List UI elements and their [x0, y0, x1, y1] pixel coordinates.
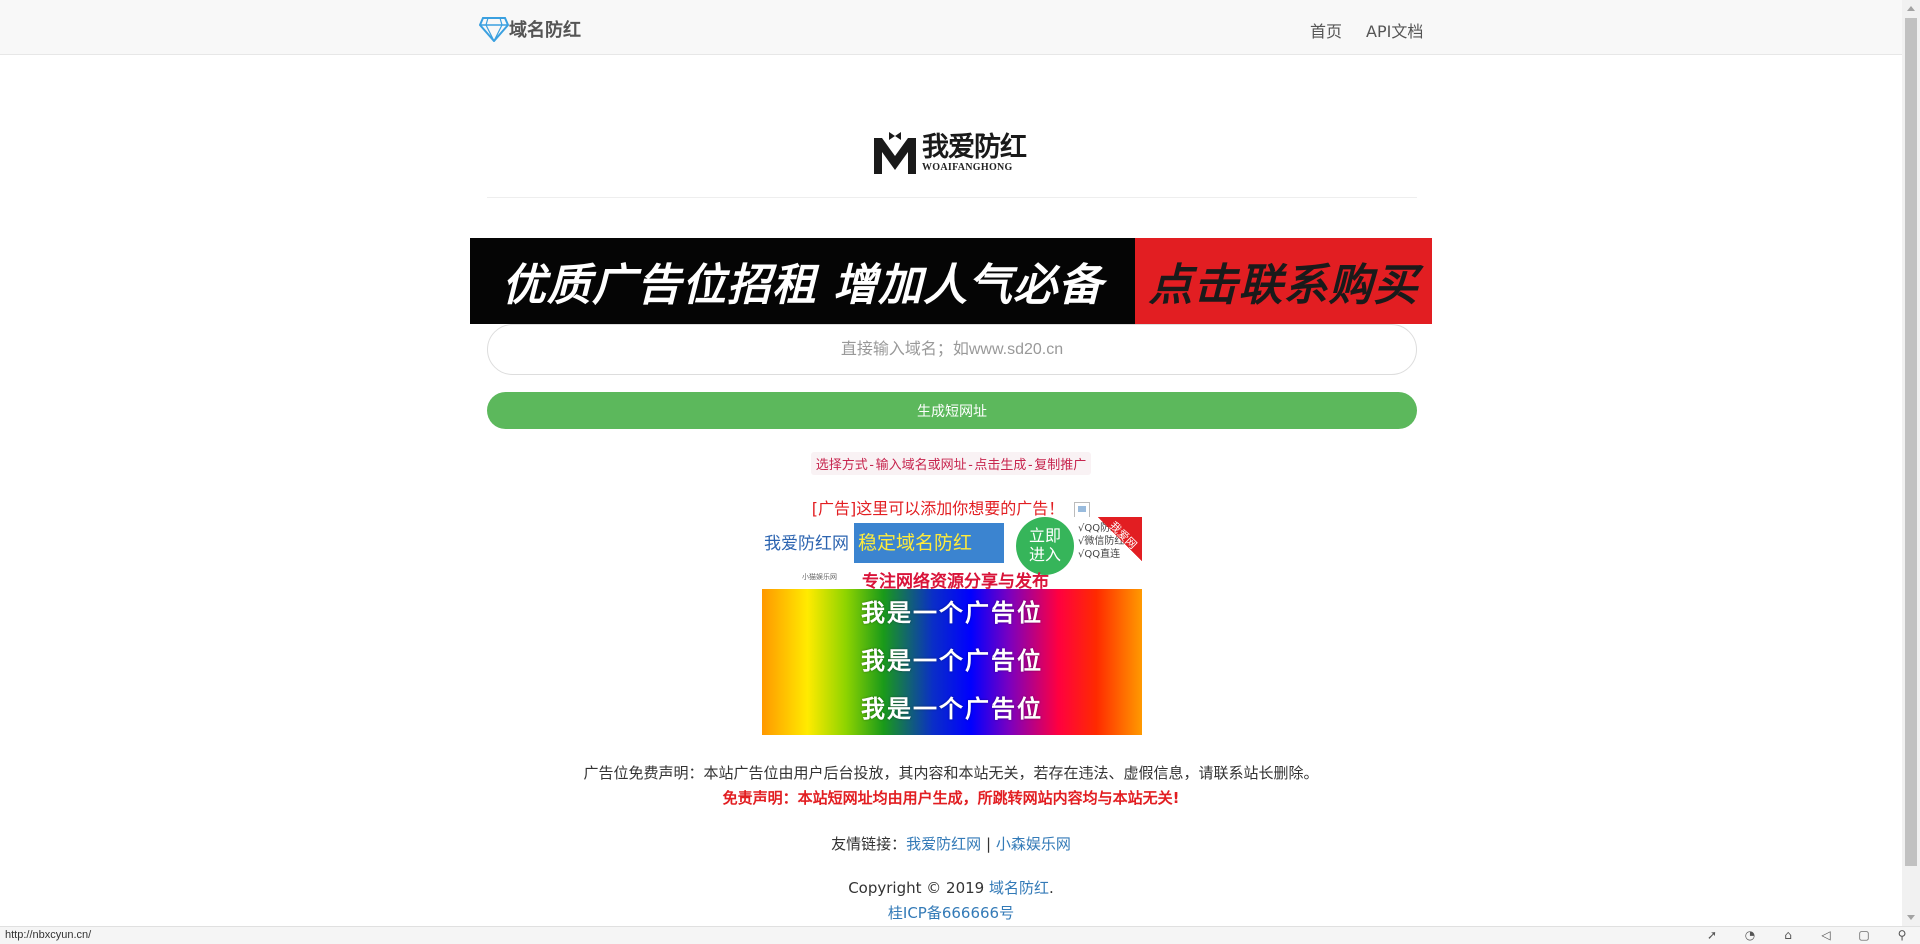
friend-links: 友情链接：我爱防红网 | 小森娱乐网: [0, 833, 1902, 854]
liability-disclaimer: 免责声明：本站短网址均由用户生成，所跳转网站内容均与本站无关!: [722, 789, 1180, 807]
ad-note: [广告]这里可以添加你想要的广告！: [0, 495, 1902, 519]
copyright: Copyright © 2019 域名防红.: [0, 877, 1902, 898]
logo-en-text: WOAIFANGHONG: [922, 161, 1013, 173]
trash-icon[interactable]: ⌂: [1780, 928, 1796, 942]
logo-m-icon: [874, 132, 916, 174]
scroll-up-arrow-icon[interactable]: [1902, 0, 1920, 17]
steps-hint-text: 选择方式-输入域名或网址-点击生成-复制推广: [810, 452, 1092, 475]
ad-disclaimer: 广告位免费声明：本站广告位由用户后台投放，其内容和本站无关，若存在违法、虚假信息…: [583, 764, 1319, 782]
brand-link[interactable]: 域名防红: [479, 15, 581, 43]
ad1-enter-line2: 进入: [1028, 545, 1061, 564]
copyright-link[interactable]: 域名防红: [989, 879, 1049, 897]
scroll-down-arrow-icon[interactable]: [1902, 909, 1920, 926]
ad-banner-right[interactable]: 点击联系购买: [1135, 238, 1432, 324]
diamond-icon: [479, 17, 509, 42]
icp-record: 桂ICP备666666号: [0, 902, 1902, 923]
status-url: http://nbxcyun.cn/: [5, 929, 92, 941]
ad1-enter-line1: 立即: [1028, 526, 1061, 545]
friend-link-woaifanghong[interactable]: 我爱防红网: [906, 835, 981, 853]
ad-rainbow[interactable]: 我是一个广告位 我是一个广告位 我是一个广告位: [762, 589, 1142, 735]
ad1-sub-small: 小猫娱乐网: [802, 573, 837, 581]
ad-note-text[interactable]: [广告]这里可以添加你想要的广告！: [812, 499, 1065, 518]
ad2-line: 我是一个广告位: [861, 647, 1043, 675]
ad-banner-right-text: 点击联系购买: [1148, 260, 1419, 311]
divider: [487, 197, 1417, 198]
ad1-headline: 稳定域名防红: [854, 523, 1004, 563]
nav-home-link[interactable]: 首页: [1310, 18, 1342, 42]
ad1-sub-banner: 小猫娱乐网 专注网络资源分享与发布: [762, 567, 1142, 592]
copyright-end: .: [1049, 879, 1054, 897]
domain-input[interactable]: [487, 324, 1417, 375]
search-icon[interactable]: ⚲: [1894, 928, 1910, 942]
ad-woaifanghong[interactable]: 我爱防红网 稳定域名防红 立即 进入 √QQ防红 √微信防红 √QQ直连 我爱网…: [762, 517, 1142, 592]
volume-icon[interactable]: ◁: [1818, 928, 1834, 942]
ad1-brand: 我爱防红网: [764, 534, 849, 554]
generate-short-url-button[interactable]: 生成短网址: [487, 392, 1417, 429]
ad2-line: 我是一个广告位: [861, 695, 1043, 723]
vertical-scrollbar[interactable]: [1902, 0, 1920, 926]
speed-icon[interactable]: ◔: [1742, 928, 1758, 942]
nav-links: 首页 API文档: [1310, 18, 1423, 42]
scroll-thumb[interactable]: [1905, 18, 1917, 866]
brand-name: 域名防红: [509, 20, 581, 41]
ad2-line: 我是一个广告位: [861, 599, 1043, 627]
window-icon[interactable]: ▢: [1856, 928, 1872, 942]
browser-status-bar: http://nbxcyun.cn/ ➚ ◔ ⌂ ◁ ▢ ⚲: [0, 926, 1920, 944]
friend-link-separator: |: [985, 835, 992, 853]
status-icons: ➚ ◔ ⌂ ◁ ▢ ⚲: [1704, 928, 1910, 942]
steps-hint: 选择方式-输入域名或网址-点击生成-复制推广: [0, 452, 1902, 475]
nav-api-docs-link[interactable]: API文档: [1366, 18, 1423, 42]
icp-link[interactable]: 桂ICP备666666号: [888, 904, 1014, 922]
ad1-corner-text: 我爱网: [1106, 519, 1140, 552]
ad-banner-left: 优质广告位招租 增加人气必备: [470, 238, 1135, 324]
navbar: 域名防红 首页 API文档: [0, 0, 1902, 55]
friend-links-label: 友情链接：: [831, 835, 907, 853]
ad-banner[interactable]: 优质广告位招租 增加人气必备 点击联系购买: [470, 238, 1432, 324]
site-logo: 我爱防红 WOAIFANGHONG: [872, 128, 1028, 178]
friend-link-xiaosen[interactable]: 小森娱乐网: [996, 835, 1071, 853]
ad-banner-left-text: 优质广告位招租 增加人气必备: [501, 260, 1104, 311]
copyright-text: Copyright © 2019: [848, 879, 989, 897]
ad1-corner-ribbon: 我爱网: [1098, 517, 1142, 561]
logo-cn-text: 我爱防红: [922, 131, 1027, 163]
broken-image-icon: [1074, 501, 1091, 518]
rocket-icon[interactable]: ➚: [1704, 928, 1720, 942]
